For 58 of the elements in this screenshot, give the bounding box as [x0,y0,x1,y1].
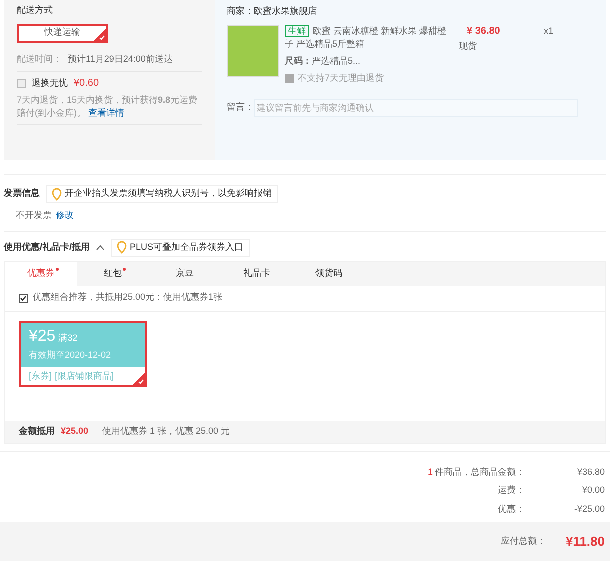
spec-label: 尺码： [285,54,312,68]
edit-link[interactable]: 修改 [56,209,74,222]
summary-label: 优惠： [498,502,525,516]
offset-label: 金额抵用 [19,424,55,438]
checkbox[interactable] [19,294,28,302]
message-label: 留言： [227,100,254,114]
location-pin-icon [52,188,62,200]
check-corner-icon [133,372,145,384]
summary-value: ¥0.00 [581,484,605,497]
collapse-caret-icon[interactable] [96,244,106,250]
section-title: 配送方式 [17,4,54,17]
coupon-condition: 满32 [58,332,78,344]
tip-text: PLUS可叠加全品券领券入口 [130,240,244,254]
merchant-label: 商家： [227,5,254,18]
spec-value: 严选精品5... [312,54,361,68]
checkbox[interactable] [17,79,26,88]
invoice-value: 不开发票 [16,209,52,222]
photo-placeholder [227,24,279,76]
tip-text: 开企业抬头发票须填写纳税人识别号，以免影响报销 [65,187,272,200]
coupon-tag: [限店铺限商品] [55,370,114,383]
message-field[interactable]: 建议留言前先与商家沟通确认 [254,98,578,116]
summary-label: 件商品，总商品金额： [435,466,525,478]
coupon-tag: [东券] [29,370,52,383]
summary-label: 运费： [498,484,525,497]
insurance-label: 退换无忧 [32,76,68,90]
coupon-tab[interactable]: 优惠券 [5,262,77,286]
fresh-tag: 生鲜 [285,24,309,36]
summary-value: -¥25.00 [573,502,605,516]
coupon-tab[interactable]: 领货码 [293,262,365,286]
summary-value: ¥36.80 [576,466,605,478]
insurance-price: ¥0.60 [74,77,100,91]
coupon-tab[interactable]: 礼品卡 [221,262,293,286]
coupon-tab[interactable]: 京豆 [149,262,221,286]
details-link[interactable]: 查看详情 [88,108,125,118]
location-pin-icon [117,241,128,254]
delivery-time: 预计11月29日24:00前送达 [68,52,173,66]
merchant-name: 欧蜜水果旗舰店 [254,5,317,18]
item-count: 1 [428,466,433,478]
section-title: 发票信息 [4,187,40,200]
offset-amount: ¥25.00 [61,424,89,438]
coupon-amount: ¥25 [29,326,56,346]
shipping-option[interactable]: 快递运输 [17,24,108,42]
check-corner-icon [94,28,106,40]
coupon-validity: 有效期至2020-12-02 [29,348,112,362]
offset-note: 使用优惠券 1 张，优惠 25.00 元 [102,424,230,438]
product-title: 生鲜 欧蜜 云南冰糖橙 新鲜水果 爆甜橙子 严选精品5斤整箱 [285,24,448,50]
return-note: 不支持7天无理由退货 [298,72,384,84]
total-amount: ¥11.80 [566,533,605,552]
no-return-icon [285,74,294,82]
total-label: 应付总额： [500,535,546,548]
recommend-text: 优惠组合推荐，共抵用25.00元：使用优惠券1张 [33,291,223,304]
product-price: ¥ 36.80 [466,24,502,38]
stock-status: 现货 [459,40,478,52]
coupon-tab[interactable]: 红包 [77,262,149,286]
delivery-time-label: 配送时间： [17,52,62,66]
quantity: x1 [544,24,554,38]
section-title: 使用优惠/礼品卡/抵用 [4,240,90,254]
insurance-note: 7天内退货，15天内换货，预计获得9.8元运费赔付(到小金库)。 查看详情 [17,94,202,125]
